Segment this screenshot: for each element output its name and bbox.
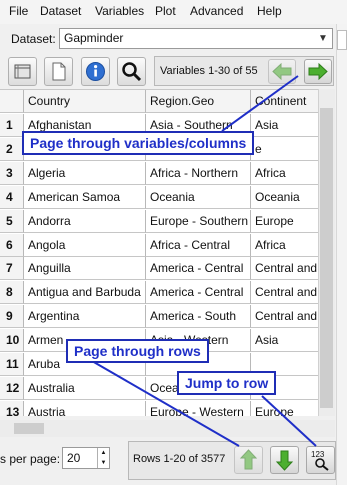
row-number[interactable]: 13	[0, 400, 24, 416]
table-cell[interactable]: Africa	[251, 234, 318, 257]
table-cell[interactable]: Oceania	[251, 186, 318, 209]
menu-file[interactable]: File	[9, 4, 28, 18]
column-header-country[interactable]: Country	[24, 90, 146, 113]
row-number[interactable]: 6	[0, 233, 24, 257]
row-number[interactable]: 7	[0, 257, 24, 281]
horizontal-scroll-thumb[interactable]	[14, 423, 44, 434]
table-cell[interactable]: Africa - Northern	[146, 161, 251, 185]
dataset-label: Dataset:	[11, 32, 56, 46]
table-cell[interactable]: America - Central	[146, 257, 251, 281]
table-cell[interactable]: Austria	[24, 400, 146, 416]
row-number[interactable]: 4	[0, 185, 24, 209]
data-grid-button[interactable]	[8, 57, 37, 86]
svg-text:123: 123	[311, 450, 325, 459]
dataset-value: Gapminder	[64, 31, 124, 45]
table-cell[interactable]: Andorra	[24, 209, 146, 233]
table-cell[interactable]: Europe - Western	[146, 400, 251, 416]
table-cell[interactable]: America - Central	[146, 281, 251, 305]
table-cell[interactable]: Africa - Central	[146, 233, 251, 257]
row-number[interactable]: 10	[0, 329, 24, 353]
prev-variables-button[interactable]	[268, 59, 296, 84]
chevron-down-icon[interactable]: ▼	[316, 30, 330, 47]
menubar: File Dataset Variables Plot Advanced Hel…	[0, 0, 347, 24]
arrow-up-icon	[239, 449, 258, 470]
table-cell[interactable]: Africa	[251, 162, 318, 185]
rows-per-page-stepper[interactable]: 20 ▲ ▼	[62, 447, 110, 469]
table-cell[interactable]: Antigua and Barbuda	[24, 281, 146, 305]
table-cell[interactable]: Asia	[251, 329, 318, 353]
arrow-left-icon	[272, 62, 292, 81]
horizontal-scrollbar[interactable]	[0, 420, 335, 437]
next-rows-button[interactable]	[270, 446, 299, 474]
search-button[interactable]	[117, 57, 146, 86]
corner-header	[0, 90, 24, 113]
rows-range: Rows 1-20 of 3577	[133, 453, 226, 465]
info-icon	[86, 62, 105, 81]
row-number[interactable]: 8	[0, 281, 24, 305]
jump-to-row-icon: 123	[311, 450, 329, 471]
table-cell[interactable]: Asia	[251, 114, 318, 137]
annotation-page-variables: Page through variables/columns	[22, 131, 255, 155]
row-number[interactable]: 9	[0, 305, 24, 329]
column-header-region[interactable]: Region.Geo	[146, 90, 251, 113]
annotation-jump-to-row: Jump to row	[177, 371, 277, 395]
arrow-down-icon	[275, 450, 294, 471]
next-variables-button[interactable]	[304, 59, 332, 84]
table-cell[interactable]: Central and	[251, 281, 318, 305]
row-number[interactable]: 3	[0, 161, 24, 185]
arrow-right-icon	[308, 62, 328, 81]
column-header-continent[interactable]: Continent	[251, 90, 318, 113]
rows-per-page-label: s per page:	[0, 452, 61, 466]
new-document-icon	[52, 62, 66, 81]
table-cell[interactable]: Oceania	[146, 185, 251, 209]
table-cell[interactable]: Europe	[251, 210, 318, 233]
table-cell[interactable]: Central and	[251, 257, 318, 281]
table-cell[interactable]: America - South	[146, 305, 251, 329]
menu-advanced[interactable]: Advanced	[190, 4, 243, 18]
table-cell[interactable]: Australia	[24, 376, 146, 400]
row-number[interactable]: 2	[0, 137, 24, 161]
stepper-arrows-icon[interactable]: ▲ ▼	[97, 448, 109, 468]
table-cell[interactable]: Central and	[251, 305, 318, 329]
table-cell[interactable]: Europe - Southern	[146, 209, 251, 233]
table-cell[interactable]: e	[251, 138, 318, 161]
prev-rows-button[interactable]	[234, 446, 263, 474]
row-number[interactable]: 1	[0, 114, 24, 137]
search-icon	[122, 62, 142, 82]
table-cell[interactable]: Angola	[24, 233, 146, 257]
info-button[interactable]	[81, 57, 110, 86]
menu-variables[interactable]: Variables	[95, 4, 144, 18]
adjacent-window-strip	[336, 24, 347, 485]
row-number[interactable]: 11	[0, 353, 24, 376]
annotation-page-rows: Page through rows	[66, 339, 209, 363]
jump-to-row-button[interactable]: 123	[306, 446, 335, 474]
table-cell[interactable]: Europe	[251, 401, 318, 416]
table-cell[interactable]: Anguilla	[24, 257, 146, 281]
table-cell[interactable]: Algeria	[24, 161, 146, 185]
table-cell[interactable]: American Samoa	[24, 185, 146, 209]
variables-range: Variables 1-30 of 55	[160, 65, 258, 77]
menu-help[interactable]: Help	[257, 4, 282, 18]
adjacent-window-field	[337, 30, 347, 50]
row-number[interactable]: 5	[0, 209, 24, 233]
new-document-button[interactable]	[44, 57, 73, 86]
rows-per-page-value: 20	[67, 451, 81, 465]
menu-plot[interactable]: Plot	[155, 4, 176, 18]
dataset-select[interactable]: Gapminder ▼	[59, 28, 333, 49]
table-cell[interactable]: Argentina	[24, 305, 146, 329]
vertical-scroll-thumb[interactable]	[320, 108, 333, 408]
menu-dataset[interactable]: Dataset	[40, 4, 81, 18]
row-number[interactable]: 12	[0, 376, 24, 400]
data-grid-icon	[14, 64, 31, 79]
